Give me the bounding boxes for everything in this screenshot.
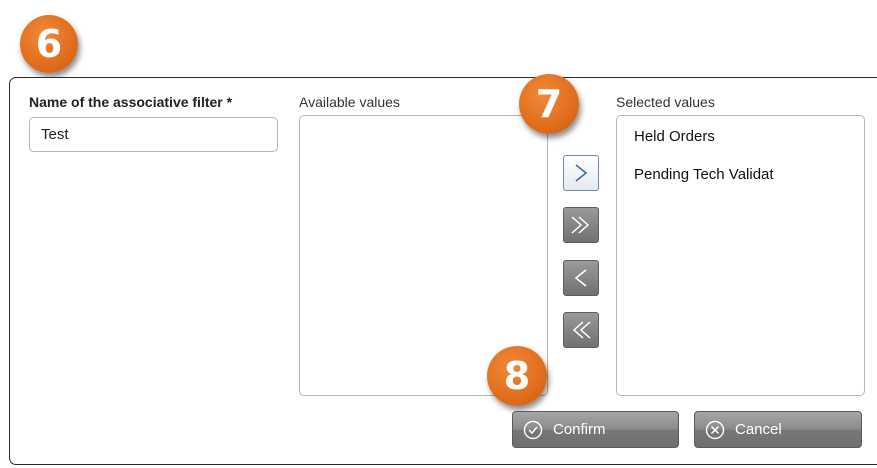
cancel-button[interactable]: Cancel: [694, 411, 862, 448]
check-circle-icon: [523, 420, 543, 440]
selected-values-label: Selected values: [616, 94, 715, 110]
list-item[interactable]: Held Orders: [634, 128, 715, 145]
cancel-label: Cancel: [735, 421, 782, 438]
filter-name-input[interactable]: [29, 117, 278, 152]
move-all-left-button[interactable]: [563, 312, 599, 348]
confirm-button[interactable]: Confirm: [512, 411, 679, 448]
chevron-right-icon: [575, 164, 588, 182]
step-badge-8: 8: [487, 346, 547, 406]
move-right-button[interactable]: [563, 155, 599, 191]
selected-values-list[interactable]: Held Orders Pending Tech Validat: [616, 115, 865, 396]
chevron-left-icon: [574, 269, 587, 287]
move-all-right-button[interactable]: [563, 207, 599, 243]
list-item[interactable]: Pending Tech Validat: [634, 166, 774, 183]
double-chevron-left-icon: [572, 321, 591, 339]
confirm-label: Confirm: [553, 421, 606, 438]
available-values-label: Available values: [299, 94, 400, 110]
double-chevron-right-icon: [571, 216, 590, 234]
step-badge-7: 7: [519, 74, 579, 134]
move-left-button[interactable]: [563, 260, 599, 296]
filter-name-label: Name of the associative filter *: [29, 94, 233, 110]
x-circle-icon: [705, 420, 725, 440]
step-badge-6: 6: [20, 15, 78, 73]
